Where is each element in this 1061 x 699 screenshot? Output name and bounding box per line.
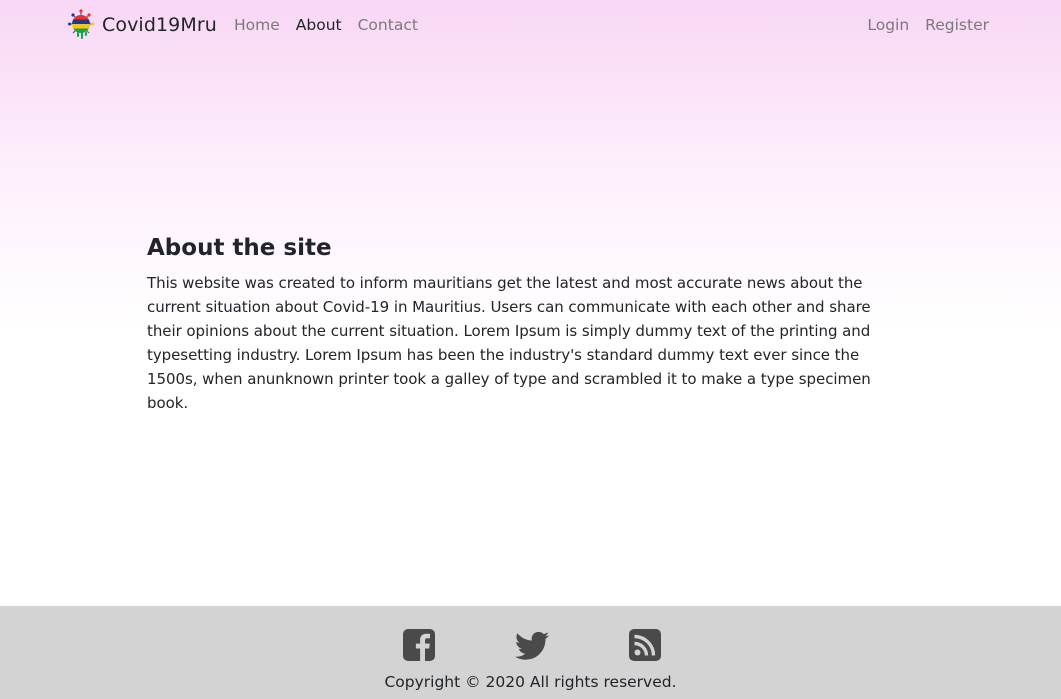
rss-icon[interactable] [628, 628, 662, 662]
brand-link[interactable]: Covid19Mru [68, 9, 217, 41]
footer: Copyright © 2020 All rights reserved. [0, 606, 1061, 699]
facebook-icon[interactable] [402, 628, 436, 662]
mauritius-virus-logo-icon [68, 9, 94, 39]
nav-home-link[interactable]: Home [234, 15, 280, 35]
register-link[interactable]: Register [925, 15, 989, 35]
copyright-text: Copyright © 2020 All rights reserved. [384, 673, 677, 691]
nav-contact-link[interactable]: Contact [358, 15, 418, 35]
navbar: Covid19Mru Home About Contact Login Regi… [0, 0, 1061, 52]
about-description: This website was created to inform mauri… [147, 274, 871, 412]
twitter-icon[interactable] [514, 628, 550, 662]
primary-nav: Home About Contact [234, 15, 434, 35]
about-section: About the site This website was created … [147, 231, 907, 415]
page-background: Covid19Mru Home About Contact Login Regi… [0, 0, 1061, 606]
account-nav: Login Register [867, 15, 989, 35]
login-link[interactable]: Login [867, 15, 909, 35]
social-links [0, 628, 1061, 664]
brand-name: Covid19Mru [102, 14, 217, 36]
page-title: About the site [147, 235, 332, 261]
nav-about-link[interactable]: About [296, 15, 342, 35]
